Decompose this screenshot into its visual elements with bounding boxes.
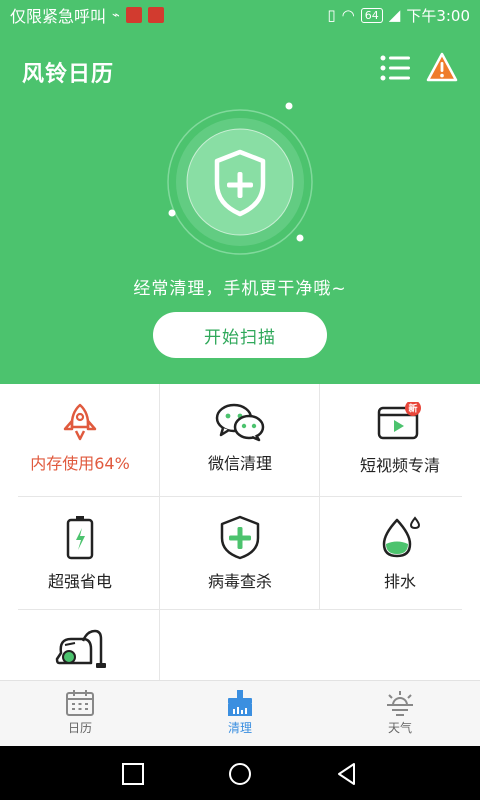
system-nav-bar xyxy=(0,746,480,800)
tile-deep-clean[interactable] xyxy=(0,627,160,679)
tile-memory[interactable]: 内存使用64% xyxy=(0,402,160,474)
bottom-tab-bar: 日历 清理 天气 xyxy=(0,680,480,746)
tile-memory-label: 内存使用64% xyxy=(30,454,130,473)
header-subtitle: 经常清理，手机更干净哦~ xyxy=(133,279,347,299)
usb-icon: ⌁ xyxy=(112,7,120,23)
calendar-icon xyxy=(66,690,94,716)
tab-clean[interactable]: 清理 xyxy=(200,689,280,736)
header: 风铃日历 经常清理，手机更干净哦~ 开始扫描 xyxy=(0,30,480,384)
tab-calendar[interactable]: 日历 xyxy=(40,689,120,736)
tile-antivirus-label: 病毒查杀 xyxy=(207,572,272,591)
notification-icon-2 xyxy=(147,7,164,23)
tile-wechat-label: 微信清理 xyxy=(207,454,272,473)
tile-wechat[interactable]: 微信清理 xyxy=(160,402,320,474)
back-icon[interactable] xyxy=(334,761,360,787)
tile-power-saving[interactable]: 超强省电 xyxy=(0,514,160,592)
status-bar: 仅限紧急呼叫 ⌁ ▯ ◠ 64 ◢ 下午3:00 xyxy=(0,0,480,30)
app-title: 风铃日历 xyxy=(22,62,115,87)
scan-shield-graphic[interactable] xyxy=(150,102,330,262)
tile-power-saving-label: 超强省电 xyxy=(47,572,112,591)
tile-short-video-label: 短视频专清 xyxy=(359,456,440,475)
tab-weather-label: 天气 xyxy=(387,721,412,735)
signal-icon: ◢ xyxy=(388,6,401,24)
tile-short-video[interactable]: 新 短视频专清 xyxy=(320,402,480,476)
video-icon: 新 xyxy=(377,402,421,440)
wechat-icon xyxy=(215,403,265,442)
feature-grid: 内存使用64% 微信清理 新 短视频专清 超强省电 病毒查杀 排水 xyxy=(0,384,480,680)
water-drop-icon xyxy=(382,516,421,558)
clock: 下午3:00 xyxy=(406,6,470,25)
broom-icon xyxy=(228,690,252,716)
new-badge: 新 xyxy=(408,403,417,415)
warning-icon[interactable] xyxy=(426,52,458,82)
rocket-icon xyxy=(63,403,97,441)
tab-clean-label: 清理 xyxy=(227,721,252,735)
battery-icon xyxy=(66,516,94,560)
carrier-text: 仅限紧急呼叫 xyxy=(10,7,107,26)
tile-antivirus[interactable]: 病毒查杀 xyxy=(160,514,320,592)
wifi-icon: ◠ xyxy=(341,6,355,24)
notification-icon xyxy=(125,7,142,23)
menu-icon[interactable] xyxy=(380,54,410,82)
tile-drain-water-label: 排水 xyxy=(383,572,416,591)
home-icon[interactable] xyxy=(227,761,253,787)
start-scan-button[interactable]: 开始扫描 xyxy=(153,312,327,358)
tab-calendar-label: 日历 xyxy=(67,721,92,735)
vacuum-icon xyxy=(55,629,106,668)
battery-indicator: 64 xyxy=(360,7,383,23)
tab-weather[interactable]: 天气 xyxy=(360,689,440,736)
recent-apps-icon[interactable] xyxy=(120,761,146,787)
weather-icon xyxy=(387,691,413,716)
shield-plus-icon xyxy=(220,515,260,560)
vibrate-icon: ▯ xyxy=(327,6,336,24)
tile-drain-water[interactable]: 排水 xyxy=(320,514,480,592)
